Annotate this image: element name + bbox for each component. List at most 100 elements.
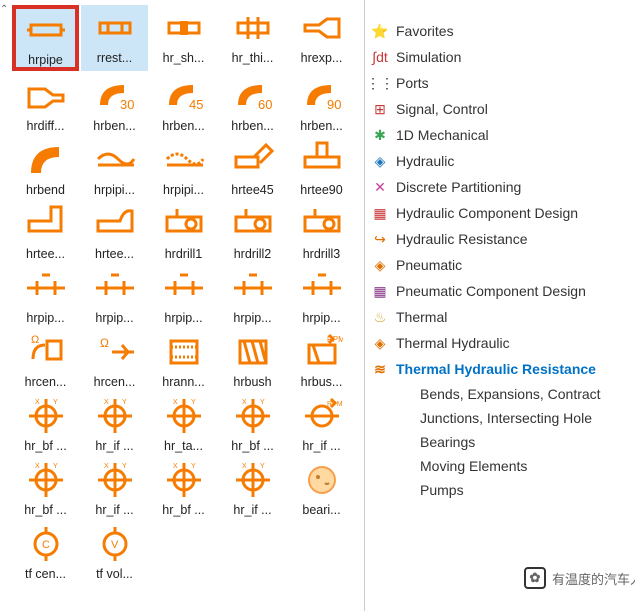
component-hrben[interactable]: 30hrben... [81,73,148,135]
component-hrpip[interactable]: hrpip... [288,265,355,327]
tree-item-thermal-hydraulic[interactable]: ◈Thermal Hydraulic [365,330,635,356]
library-tree: ⭐Favorites∫dtSimulation⋮⋮Ports⊞Signal, C… [365,18,635,502]
tree-item-hydraulic-component-design[interactable]: ▦Hydraulic Component Design [365,200,635,226]
component-hrpip[interactable]: hrpip... [12,265,79,327]
bush-icon [232,331,274,373]
component-hrpipi[interactable]: hrpipi... [150,137,217,199]
component-hrpip[interactable]: hrpip... [219,265,286,327]
drill-icon [163,203,205,245]
tree-item-hydraulic-resistance[interactable]: ↪Hydraulic Resistance [365,226,635,252]
bend-icon [25,139,67,181]
category-icon: ⭐ [371,22,389,40]
component-label: hrexp... [301,51,343,65]
component-label: tf cen... [25,567,66,581]
component-hr_sh[interactable]: hr_sh... [150,5,217,71]
component-hrtee45[interactable]: hrtee45 [219,137,286,199]
tree-item-label: Ports [396,75,429,91]
component-hrben[interactable]: 90hrben... [288,73,355,135]
tree-item-thermal[interactable]: ♨Thermal [365,304,635,330]
component-hrtee[interactable]: hrtee... [81,201,148,263]
drill-icon [301,203,343,245]
component-hr_bf[interactable]: XYhr_bf ... [12,457,79,519]
component-rrest[interactable]: rrest... [81,5,148,71]
bend90-icon: 90 [301,75,343,117]
tree-item-pneumatic[interactable]: ◈Pneumatic [365,252,635,278]
svg-text:60: 60 [258,97,272,112]
tree-item-label: Hydraulic Resistance [396,231,528,247]
component-hrtee[interactable]: hrtee... [12,201,79,263]
tree-subitem-pumps[interactable]: Pumps [365,478,635,502]
component-hr_ta[interactable]: XYhr_ta... [150,393,217,455]
tree-item-1d-mechanical[interactable]: ✱1D Mechanical [365,122,635,148]
component-label: hrpip... [302,311,340,325]
component-label: hrann... [162,375,204,389]
tree-subitem-bearings[interactable]: Bearings [365,430,635,454]
svg-text:Ω: Ω [100,336,109,350]
component-hrbush[interactable]: hrbush [219,329,286,391]
component-hrbend[interactable]: hrbend [12,137,79,199]
component-hrdrill3[interactable]: hrdrill3 [288,201,355,263]
component-hrann[interactable]: hrann... [150,329,217,391]
svg-text:Y: Y [122,399,127,406]
component-hr_if[interactable]: XYhr_if ... [81,457,148,519]
tree-item-hydraulic[interactable]: ◈Hydraulic [365,148,635,174]
component-label: hrben... [231,119,273,133]
component-hr_bf[interactable]: XYhr_bf ... [12,393,79,455]
tree-item-pneumatic-component-design[interactable]: ▦Pneumatic Component Design [365,278,635,304]
component-hr_bf[interactable]: XYhr_bf ... [150,457,217,519]
tree-subitem-moving-elements[interactable]: Moving Elements [365,454,635,478]
component-hr_if[interactable]: RPMhr_if ... [288,393,355,455]
component-hr_if[interactable]: XYhr_if ... [219,457,286,519]
tree-subitem-label: Junctions, Intersecting Hole [420,410,592,426]
cen2-icon: Ω [94,331,136,373]
component-hrpipi[interactable]: hrpipi... [81,137,148,199]
component-hrcen[interactable]: Ωhrcen... [12,329,79,391]
hrx-icon: XY [232,395,274,437]
bush2-icon: RPM [301,331,343,373]
component-tfcen[interactable]: Ctf cen... [12,521,79,583]
tree-item-discrete-partitioning[interactable]: ✕Discrete Partitioning [365,174,635,200]
tfc-icon: C [25,523,67,565]
tree-item-ports[interactable]: ⋮⋮Ports [365,70,635,96]
tree-item-simulation[interactable]: ∫dtSimulation [365,44,635,70]
hrx-icon: XY [25,395,67,437]
component-hrexp[interactable]: hrexp... [288,5,355,71]
expand-caret[interactable]: ⌃ [0,4,8,15]
tree-subitem-label: Bearings [420,434,475,450]
category-icon: ▦ [371,282,389,300]
tee2-icon [94,203,136,245]
component-tfvol[interactable]: Vtf vol... [81,521,148,583]
tree-item-label: Thermal Hydraulic Resistance [396,361,596,377]
component-label: hr_bf ... [231,439,273,453]
component-hrdrill2[interactable]: hrdrill2 [219,201,286,263]
tree-item-signal-control[interactable]: ⊞Signal, Control [365,96,635,122]
tree-subitem-bends-expansions-contract[interactable]: Bends, Expansions, Contract [365,382,635,406]
tree-item-label: Simulation [396,49,461,65]
component-hr_thi[interactable]: hr_thi... [219,5,286,71]
component-hrtee90[interactable]: hrtee90 [288,137,355,199]
tree-item-favorites[interactable]: ⭐Favorites [365,18,635,44]
component-hrdrill1[interactable]: hrdrill1 [150,201,217,263]
tree-item-thermal-hydraulic-resistance[interactable]: ≋ Thermal Hydraulic Resistance [365,356,635,382]
component-hrbus[interactable]: RPMhrbus... [288,329,355,391]
component-beari[interactable]: beari... [288,457,355,519]
component-hrben[interactable]: 45hrben... [150,73,217,135]
component-hrcen[interactable]: Ωhrcen... [81,329,148,391]
component-label: hrcen... [25,375,67,389]
component-label: hr_ta... [164,439,203,453]
pipi1-icon [94,139,136,181]
category-icon: ◈ [371,334,389,352]
category-icon: ≋ [371,360,389,378]
tree-subitem-label: Pumps [420,482,464,498]
hrx-icon: XY [25,459,67,501]
component-hrdiff[interactable]: hrdiff... [12,73,79,135]
component-hr_if[interactable]: XYhr_if ... [81,393,148,455]
component-hr_bf[interactable]: XY hr_bf ... [219,393,286,455]
svg-text:V: V [111,539,119,551]
component-hrpip[interactable]: hrpip... [81,265,148,327]
tree-subitem-junctions-intersecting-hole[interactable]: Junctions, Intersecting Hole [365,406,635,430]
tree-subitem-label: Moving Elements [420,458,527,474]
component-hrben[interactable]: 60 hrben... [219,73,286,135]
component-hrpipe[interactable]: hrpipe [12,5,79,71]
component-hrpip[interactable]: hrpip... [150,265,217,327]
